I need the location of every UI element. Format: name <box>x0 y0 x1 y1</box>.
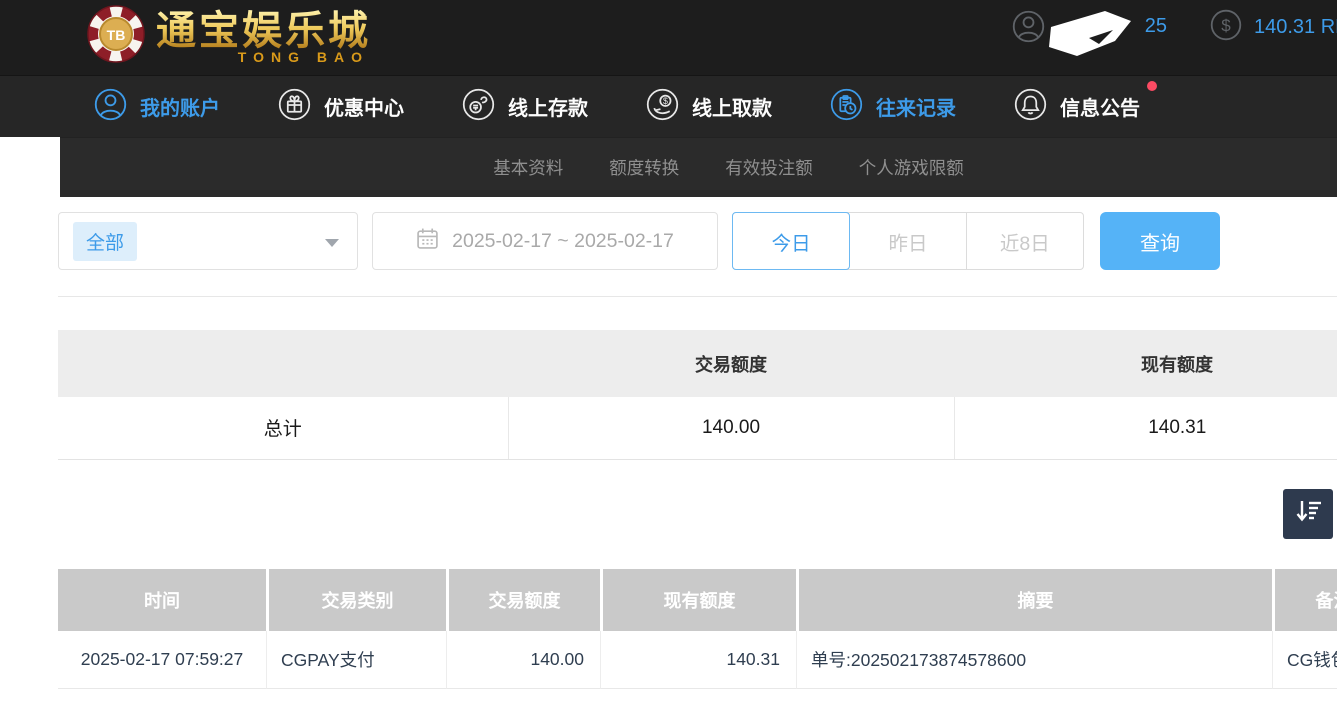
type-select-value: 全部 <box>73 222 137 261</box>
nav-item-promotions[interactable]: 优惠中心 <box>278 88 404 126</box>
nav-item-withdraw[interactable]: $ 线上取款 <box>646 88 772 126</box>
date-range-input[interactable]: 2025-02-17 ~ 2025-02-17 <box>372 212 718 270</box>
svg-text:TB: TB <box>107 27 126 43</box>
gift-icon <box>278 88 311 126</box>
search-button[interactable]: 查询 <box>1100 212 1220 270</box>
user-avatar-icon <box>1012 10 1045 48</box>
casino-chip-icon: TB <box>86 4 146 69</box>
nav-item-deposit[interactable]: 线上存款 <box>462 88 588 126</box>
dollar-coin-icon: $ <box>1210 9 1242 46</box>
subnav-item-game-limits[interactable]: 个人游戏限额 <box>859 155 964 180</box>
summary-trade-total: 140.00 <box>508 397 954 459</box>
transactions-table: 时间 交易类别 交易额度 现有额度 摘要 备注 2025-02-17 07:59… <box>58 569 1337 689</box>
type-select[interactable]: 全部 <box>58 212 358 270</box>
col-header-summary: 摘要 <box>796 569 1272 631</box>
main-nav: 我的账户 优惠中心 线上存款 <box>0 75 1337 137</box>
col-header-remark: 备注 <box>1272 569 1337 631</box>
user-icon <box>94 88 127 126</box>
svg-text:$: $ <box>663 96 668 106</box>
subnav-item-valid-bets[interactable]: 有效投注额 <box>725 155 813 180</box>
svg-text:$: $ <box>1221 16 1231 35</box>
summary-header-empty <box>58 330 508 397</box>
summary-total-label: 总计 <box>58 397 508 459</box>
quick-date-group: 今日 昨日 近8日 <box>732 212 1084 270</box>
quick-date-yesterday[interactable]: 昨日 <box>850 213 966 269</box>
summary-balance-total: 140.31 <box>954 397 1337 459</box>
user-account[interactable]: 25 <box>1012 9 1167 49</box>
nav-item-my-account[interactable]: 我的账户 <box>94 88 220 126</box>
summary-table: 交易额度 现有额度 总计 140.00 140.31 <box>58 330 1337 460</box>
username-visible-text: 25 <box>1145 15 1167 38</box>
brand-name-cn: 通宝娱乐城 <box>156 9 371 53</box>
nav-item-announcements[interactable]: 信息公告 <box>1014 88 1140 126</box>
brand-name: 通宝娱乐城 TONG BAO <box>156 9 371 65</box>
quick-date-last-8-days[interactable]: 近8日 <box>967 213 1083 269</box>
summary-header-row: 交易额度 现有额度 <box>58 330 1337 397</box>
notification-dot <box>1147 81 1157 91</box>
date-range-value: 2025-02-17 ~ 2025-02-17 <box>452 230 674 253</box>
sort-descending-icon <box>1293 496 1323 531</box>
sort-descending-button[interactable] <box>1283 489 1333 539</box>
subnav-item-credit-transfer[interactable]: 额度转换 <box>609 155 679 180</box>
summary-header-trade-amount: 交易额度 <box>508 330 954 397</box>
bell-icon <box>1014 88 1047 126</box>
quick-date-today[interactable]: 今日 <box>732 212 850 270</box>
table-row: 2025-02-17 07:59:27 CGPAY支付 140.00 140.3… <box>58 631 1337 689</box>
redaction-scribble <box>1049 11 1133 62</box>
col-header-trade-amount: 交易额度 <box>446 569 600 631</box>
nav-item-transaction-records[interactable]: 往来记录 <box>830 88 956 126</box>
account-balance[interactable]: $ 140.31 RMB <box>1210 9 1337 46</box>
top-header: TB 通宝娱乐城 TONG BAO 25 <box>0 0 1337 75</box>
summary-header-current-balance: 现有额度 <box>954 330 1337 397</box>
summary-total-row: 总计 140.00 140.31 <box>58 397 1337 459</box>
subnav-item-basic-info[interactable]: 基本资料 <box>493 155 563 180</box>
sub-nav: 基本资料 额度转换 有效投注额 个人游戏限额 <box>60 137 1337 197</box>
filter-bar: 全部 2025-02-17 ~ 2025-02-17 今日 昨日 近8日 查询 <box>58 212 1337 270</box>
cell-type: CGPAY支付 <box>266 631 446 689</box>
records-icon <box>830 88 863 126</box>
brand-logo[interactable]: TB 通宝娱乐城 TONG BAO <box>86 4 371 69</box>
cell-current-balance: 140.31 <box>600 631 796 689</box>
cell-remark: CG钱包 <box>1272 631 1337 689</box>
deposit-icon <box>462 88 495 126</box>
col-header-type: 交易类别 <box>266 569 446 631</box>
brand-name-en: TONG BAO <box>156 49 371 65</box>
cell-time: 2025-02-17 07:59:27 <box>58 631 266 689</box>
withdraw-icon: $ <box>646 88 679 126</box>
col-header-current-balance: 现有额度 <box>600 569 796 631</box>
cell-trade-amount: 140.00 <box>446 631 600 689</box>
chevron-down-icon <box>325 239 339 247</box>
section-divider <box>58 296 1337 297</box>
calendar-icon <box>416 227 439 255</box>
balance-amount: 140.31 RMB <box>1254 16 1337 39</box>
table-header-row: 时间 交易类别 交易额度 现有额度 摘要 备注 <box>58 569 1337 631</box>
username: 25 <box>1055 9 1167 49</box>
cell-summary: 单号:202502173874578600 <box>796 631 1272 689</box>
col-header-time: 时间 <box>58 569 266 631</box>
